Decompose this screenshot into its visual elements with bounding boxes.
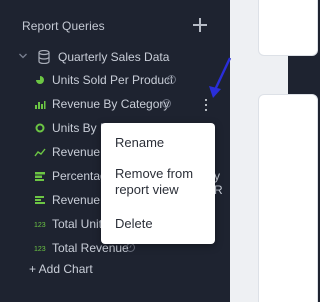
number-icon: 123 <box>34 222 46 229</box>
report-card[interactable] <box>258 0 318 56</box>
rename-menu-item[interactable]: Rename <box>115 135 164 151</box>
delete-menu-item[interactable]: Delete <box>115 216 153 232</box>
menu-item-label-line1: Remove from <box>115 166 194 181</box>
item-label: Units Sold Per Product <box>52 73 174 87</box>
database-icon <box>38 50 50 64</box>
item-label-overflow: y R <box>214 169 223 197</box>
sidebar-item-units-sold-per-product[interactable]: Units Sold Per Product <box>34 72 234 88</box>
line-chart-icon <box>34 148 46 157</box>
add-query-icon[interactable] <box>192 17 208 33</box>
item-label: Total Units <box>52 217 109 231</box>
sidebar-title: Report Queries <box>22 19 105 33</box>
svg-text:123: 123 <box>34 246 46 253</box>
stacked-bar-icon <box>35 172 45 181</box>
kebab-menu-icon[interactable] <box>203 98 209 112</box>
pie-chart-icon <box>36 76 44 84</box>
remove-from-report-view-menu-item[interactable]: Remove from report view <box>115 166 193 198</box>
menu-item-label-line2: report view <box>115 182 179 197</box>
chevron-down-icon[interactable] <box>18 51 28 61</box>
dataset-row[interactable]: Quarterly Sales Data <box>16 49 216 65</box>
svg-text:123: 123 <box>34 222 46 229</box>
bar-chart-icon <box>35 101 46 109</box>
number-icon: 123 <box>34 246 46 253</box>
horizontal-bar-icon <box>35 196 45 204</box>
info-icon[interactable] <box>162 99 171 108</box>
donut-chart-icon <box>35 123 45 133</box>
report-card[interactable] <box>258 94 318 302</box>
annotation-arrow-icon <box>209 57 232 98</box>
sidebar-header: Report Queries <box>22 17 222 35</box>
item-label: Revenue By Category <box>52 97 170 111</box>
context-menu: Rename Remove from report view Delete <box>101 123 215 244</box>
add-chart-button[interactable]: + Add Chart <box>29 262 93 276</box>
info-icon[interactable] <box>167 75 176 84</box>
info-icon[interactable] <box>126 243 135 252</box>
dataset-label: Quarterly Sales Data <box>58 50 170 64</box>
